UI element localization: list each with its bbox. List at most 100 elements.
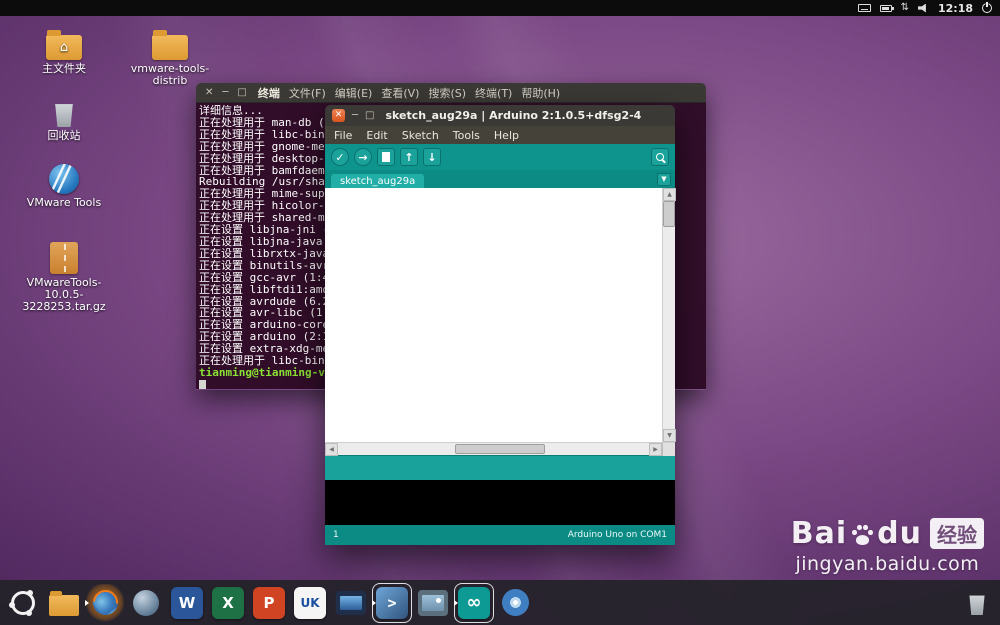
desktop-icon-trash[interactable]: 回收站 [18,96,110,142]
baidu-watermark: Bai du 经验 jingyan.baidu.com [791,516,984,575]
ubuntu-logo-icon [9,589,35,616]
dock-item-arduino[interactable]: ∞ [454,584,493,622]
magnifier-icon [656,153,664,161]
baidu-brand-text: Bai [790,516,848,551]
minimize-icon[interactable]: ─ [222,87,228,98]
desktop-icon-vmware-tools-distrib[interactable]: vmware-tools-distrib [124,28,216,87]
folder-icon [152,30,188,60]
maximize-icon[interactable]: □ [237,87,246,98]
sphere-app-icon [133,589,159,616]
photos-icon [418,589,448,616]
code-editor[interactable]: ▲ ▼ [325,188,676,442]
volume-icon[interactable] [917,3,926,13]
vmware-icon [49,164,79,194]
dock-item-excel[interactable]: X [209,584,247,622]
arduino-menubar: File Edit Sketch Tools Help [325,126,675,144]
desktop-background: ⇅ 12:18 ⌂ 主文件夹 vmware-tools-distrib 回收站 … [0,0,1000,625]
dock-item-sphere-app[interactable] [127,584,165,622]
serial-monitor-button[interactable] [651,148,669,166]
scrollbar-thumb[interactable] [455,444,545,454]
keyboard-indicator-icon[interactable] [857,4,871,12]
desktop-icon-vmware-archive[interactable]: VMwareTools-10.0.5-3228253.tar.gz [18,242,110,313]
powerpoint-icon: P [253,586,285,619]
dock-item-display-app[interactable] [332,584,370,622]
dock-item-terminal[interactable]: > [372,584,411,622]
maximize-icon[interactable]: □ [365,110,374,121]
line-number: 1 [333,530,339,540]
terminal-menu-help[interactable]: 帮助(H) [521,85,560,101]
terminal-menu-view[interactable]: 查看(V) [381,85,419,101]
terminal-titlebar: ✕ ─ □ 终端 文件(F) 编辑(E) 查看(V) 搜索(S) 终端(T) 帮… [196,83,706,103]
scrollbar-thumb[interactable] [663,201,675,227]
upload-button[interactable]: → [354,148,372,166]
scroll-down-icon[interactable]: ▼ [663,429,676,442]
horizontal-scrollbar[interactable]: ◀ ▶ [325,442,675,456]
desktop-icon-label: VMwareTools-10.0.5-3228253.tar.gz [22,276,106,313]
network-icon[interactable]: ⇅ [901,3,909,13]
tab-dropdown-button[interactable]: ▼ [657,172,671,186]
new-sketch-button[interactable] [377,148,395,166]
terminal-menu-file[interactable]: 文件(F) [289,85,326,101]
terminal-app-icon: > [376,586,408,619]
scroll-left-icon[interactable]: ◀ [325,443,338,456]
arduino-app-icon: ∞ [458,586,490,619]
terminal-menu-edit[interactable]: 编辑(E) [335,85,373,101]
power-icon[interactable] [982,3,992,13]
desktop-icon-home-folder[interactable]: ⌂ 主文件夹 [18,28,110,75]
running-indicator [454,599,458,606]
terminal-menu-terminal[interactable]: 终端(T) [475,85,512,101]
terminal-cursor [199,379,206,389]
dock-item-firefox[interactable] [85,583,124,622]
scrollbar-corner [662,443,675,456]
menu-edit[interactable]: Edit [366,129,387,142]
dock-item-word[interactable]: W [168,584,206,622]
arduino-window: ✕ ─ □ sketch_aug29a | Arduino 2:1.0.5+df… [325,105,676,545]
open-button[interactable]: ↑ [400,148,418,166]
terminal-menu-search[interactable]: 搜索(S) [428,85,466,101]
jingyan-url: jingyan.baidu.com [795,553,980,575]
save-button[interactable]: ↓ [423,148,441,166]
verify-button[interactable]: ✓ [331,148,349,166]
running-indicator [372,599,376,606]
battery-icon[interactable] [879,4,894,12]
tab-sketch-aug29a[interactable]: sketch_aug29a [331,174,425,188]
minimize-icon[interactable]: ─ [352,110,358,121]
dock-item-media-player[interactable] [496,584,534,622]
arduino-statusbar: 1 Arduino Uno on COM1 [325,525,675,545]
arduino-toolbar: ✓ → ↑ ↓ [325,144,675,170]
desktop-icon-vmware-tools[interactable]: VMware Tools [18,164,110,209]
dock-item-photos[interactable] [414,584,452,622]
arduino-window-title: sketch_aug29a | Arduino 2:1.0.5+dfsg2-4 [385,109,642,122]
menu-file[interactable]: File [334,129,352,142]
desktop-icon-label: 回收站 [47,129,81,142]
scroll-right-icon[interactable]: ▶ [649,443,662,456]
console-output [325,480,675,525]
dock-item-ubuntu-dash[interactable] [4,584,42,622]
word-icon: W [171,586,203,619]
dock-item-powerpoint[interactable]: P [250,584,288,622]
top-panel: ⇅ 12:18 [0,0,1000,16]
display-app-icon [336,590,366,615]
menu-tools[interactable]: Tools [453,129,480,142]
vertical-scrollbar[interactable]: ▲ ▼ [662,188,676,442]
firefox-icon [87,584,123,621]
trash-icon [55,104,73,127]
scroll-up-icon[interactable]: ▲ [663,188,676,201]
terminal-title: 终端 [257,86,280,100]
close-icon[interactable]: ✕ [332,109,345,122]
menu-sketch[interactable]: Sketch [402,129,439,142]
arduino-titlebar: ✕ ─ □ sketch_aug29a | Arduino 2:1.0.5+df… [325,105,675,126]
excel-icon: X [212,586,244,619]
board-port-label: Arduino Uno on COM1 [567,530,667,540]
desktop-icon-label: 主文件夹 [42,62,86,75]
media-player-icon [501,589,529,616]
dock-item-uk-app[interactable]: UK [291,584,329,622]
dock-item-trash[interactable] [958,584,996,622]
jingyan-badge: 经验 [930,518,984,549]
close-icon[interactable]: ✕ [205,87,213,98]
dock-item-files[interactable] [45,584,83,622]
menu-help[interactable]: Help [494,129,519,142]
arduino-tabbar: sketch_aug29a ▼ [325,170,675,188]
clock[interactable]: 12:18 [938,2,973,15]
running-indicator [85,599,89,606]
